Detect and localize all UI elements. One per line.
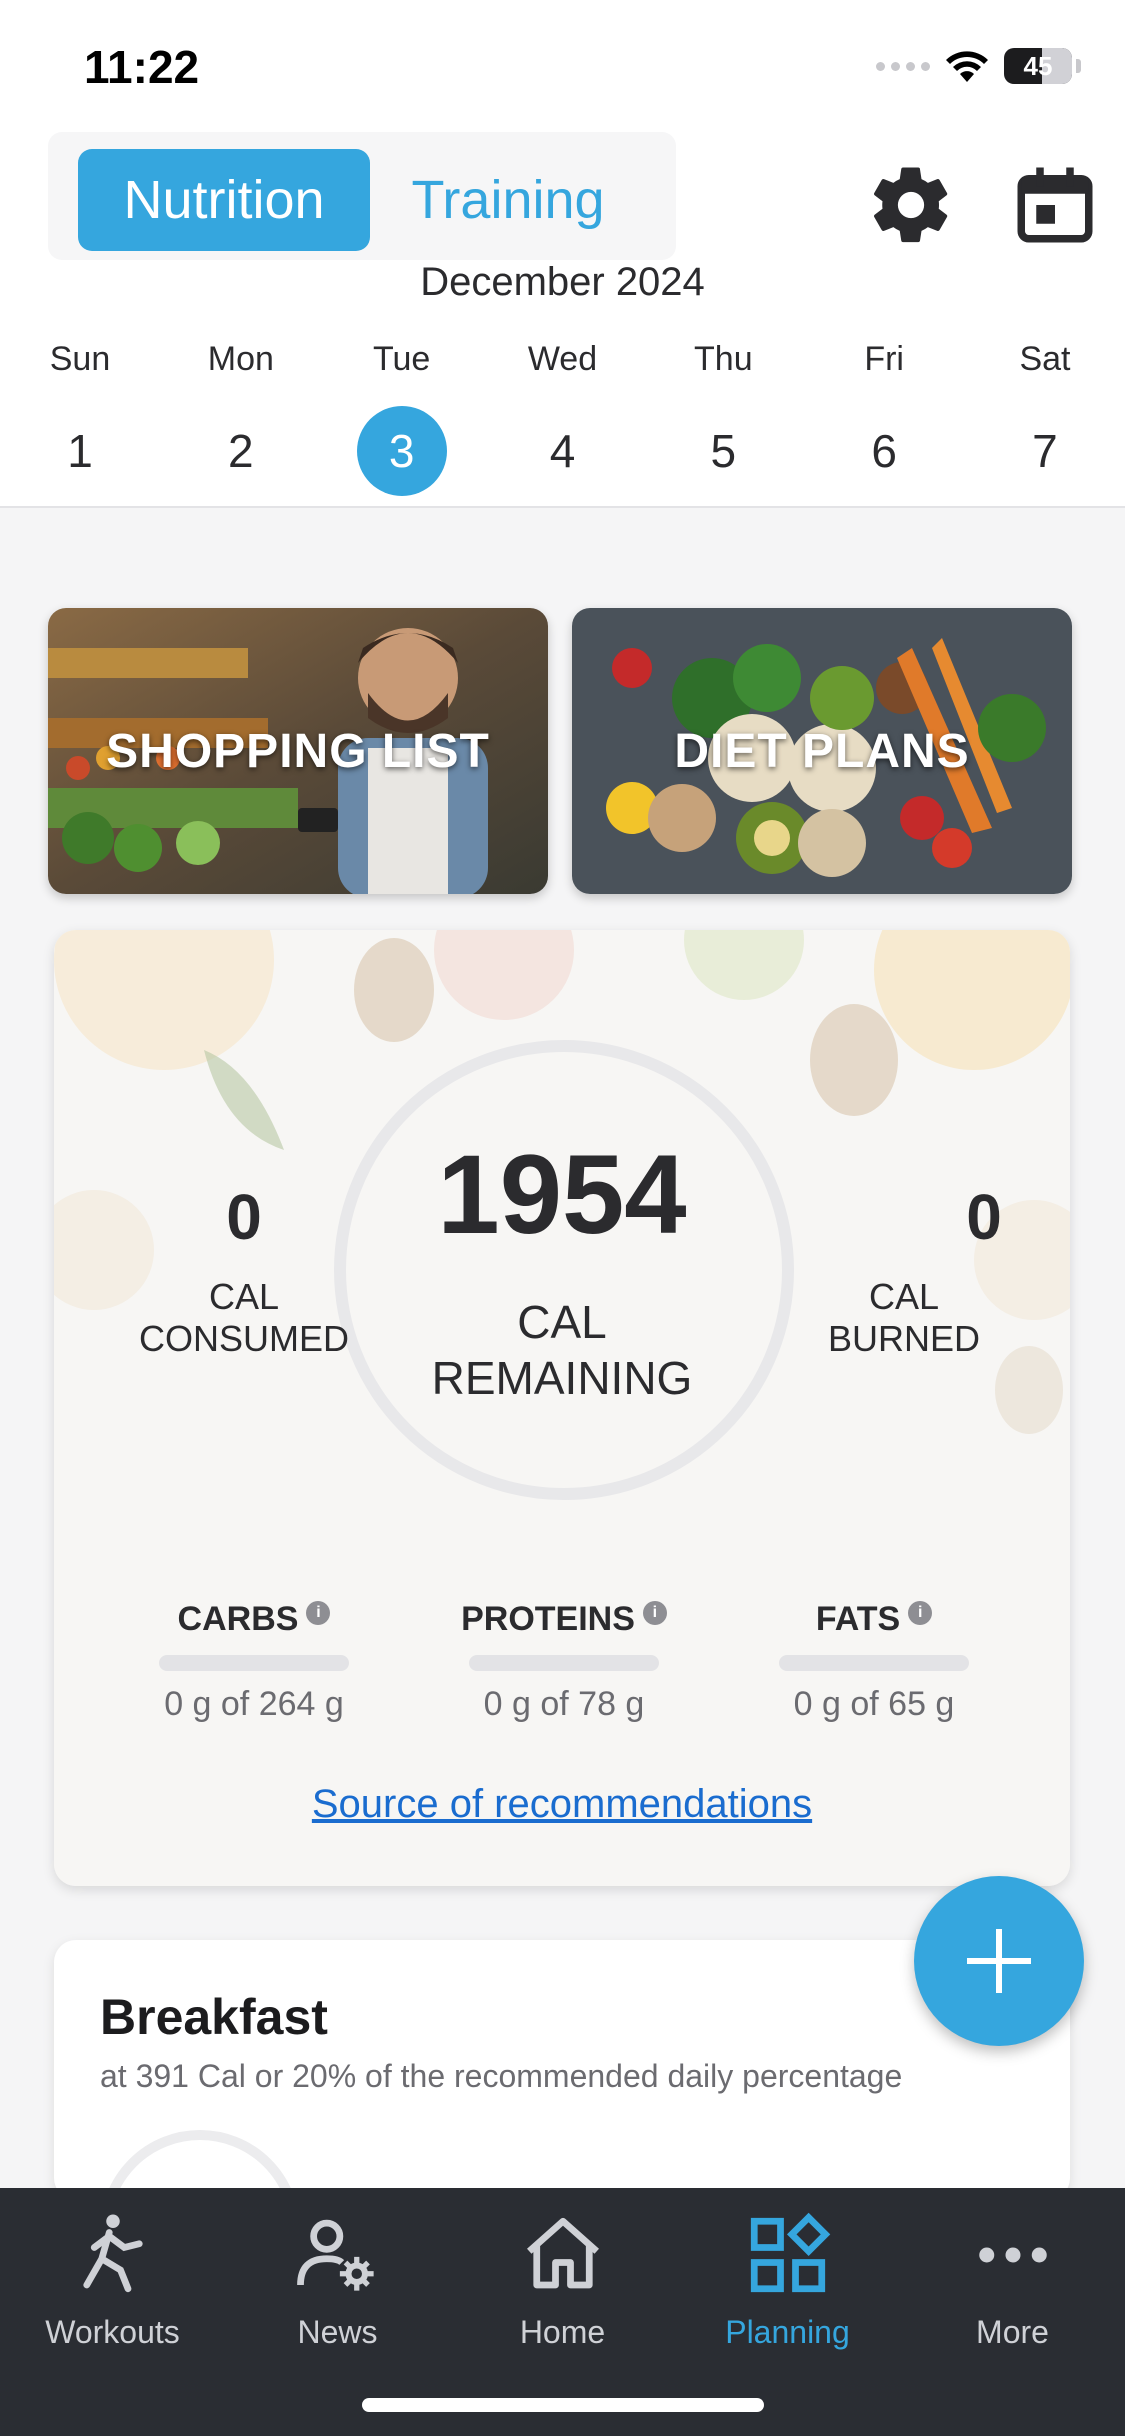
- planning-icon: [750, 2212, 830, 2293]
- macro-proteins: PROTEINS i 0 g of 78 g: [434, 1600, 694, 1724]
- day-number: 5: [710, 425, 737, 477]
- calories-consumed-label: CAL CONSUMED: [138, 1276, 349, 1359]
- tab-workouts[interactable]: Workouts: [0, 2210, 225, 2351]
- calories-consumed: 0 CAL CONSUMED: [114, 1180, 374, 1360]
- calorie-ring: [334, 1040, 794, 1500]
- more-icon: [978, 2247, 1047, 2263]
- macro-progress-bar: [469, 1655, 659, 1671]
- tab-label: Workouts: [45, 2314, 180, 2350]
- day-name: Sun: [49, 340, 111, 378]
- macro-title-text: PROTEINS: [461, 1600, 635, 1638]
- day-number: 4: [549, 425, 576, 477]
- gear-icon[interactable]: [866, 160, 956, 250]
- day-number-selected: 3: [356, 406, 447, 496]
- macros-row: CARBS i 0 g of 264 g PROTEINS i 0 g of 7…: [124, 1600, 1004, 1724]
- calories-remaining-label: CAL REMAINING: [431, 1296, 693, 1404]
- day-number: 2: [228, 425, 254, 477]
- training-tab[interactable]: Training: [378, 149, 638, 251]
- source-of-recommendations-link[interactable]: Source of recommendations: [54, 1782, 1070, 1827]
- calendar-icon[interactable]: [1010, 160, 1100, 250]
- day-number: 1: [67, 425, 93, 477]
- home-icon: [526, 2217, 599, 2289]
- month-label: December 2024: [420, 260, 705, 304]
- macro-fats: FATS i 0 g of 65 g: [744, 1600, 1004, 1724]
- breakfast-subtitle: at 391 Cal or 20% of the recommended dai…: [100, 2058, 903, 2094]
- tab-planning[interactable]: Planning: [675, 2210, 900, 2351]
- day-name: Mon: [207, 340, 274, 378]
- calories-burned-label: CAL BURNED: [827, 1276, 980, 1359]
- tab-news[interactable]: News: [225, 2210, 450, 2351]
- day-name: Fri: [864, 340, 904, 378]
- diet-plans-tile[interactable]: DIET PLANS: [572, 608, 1072, 894]
- tab-home[interactable]: Home: [450, 2210, 675, 2351]
- macro-progress-bar: [779, 1655, 969, 1671]
- wifi-icon: [946, 51, 988, 82]
- day-fri[interactable]: Fri 6: [824, 340, 944, 496]
- macro-title: CARBS i: [178, 1600, 331, 1639]
- tab-label: More: [976, 2314, 1049, 2350]
- news-icon: [296, 2219, 374, 2291]
- shopping-list-tile[interactable]: SHOPPING LIST: [48, 608, 548, 894]
- macro-value: 0 g of 78 g: [483, 1685, 645, 1723]
- day-name: Thu: [694, 340, 753, 378]
- macro-title-text: FATS: [815, 1600, 901, 1638]
- add-button[interactable]: [914, 1876, 1084, 2046]
- day-mon[interactable]: Mon 2: [181, 340, 301, 496]
- day-name: Tue: [372, 340, 431, 378]
- calories-burned: 0 CAL BURNED: [828, 1180, 1070, 1360]
- day-name: Wed: [527, 340, 598, 378]
- battery-icon: 45: [1004, 48, 1072, 84]
- macro-value: 0 g of 264 g: [164, 1685, 344, 1723]
- calorie-summary-card: 1954 CAL REMAINING 0 CAL CONSUMED 0 CAL …: [54, 930, 1070, 1886]
- breakfast-title: Breakfast: [100, 1989, 328, 2045]
- day-tue[interactable]: Tue 3: [342, 340, 462, 496]
- day-number: 6: [871, 425, 897, 477]
- info-icon[interactable]: i: [908, 1600, 933, 1625]
- day-sun[interactable]: Sun 1: [20, 340, 140, 496]
- macro-title: FATS i: [815, 1600, 933, 1639]
- tab-label: Home: [519, 2314, 606, 2350]
- info-icon[interactable]: i: [306, 1600, 331, 1625]
- week-strip: Sun 1 Mon 2 Tue 3 Wed 4 Thu 5 Fri 6 Sat …: [0, 340, 1125, 496]
- cellular-signal-icon: [876, 61, 930, 71]
- macro-title-text: CARBS: [177, 1600, 299, 1638]
- status-time: 11:22: [84, 41, 200, 93]
- status-indicators: 45: [876, 48, 1081, 84]
- header: Nutrition Training December 2024 Sun 1 M…: [0, 130, 1125, 508]
- home-indicator: [362, 2398, 764, 2412]
- status-bar: 11:22 45: [0, 0, 1125, 130]
- plus-icon: [967, 1929, 1031, 1993]
- day-wed[interactable]: Wed 4: [502, 340, 622, 496]
- battery-level-text: 45: [1023, 50, 1053, 81]
- calories-burned-value: 0: [966, 1181, 1002, 1253]
- day-sat[interactable]: Sat 7: [985, 340, 1105, 496]
- info-icon[interactable]: i: [642, 1600, 667, 1625]
- macro-carbs: CARBS i 0 g of 264 g: [124, 1600, 384, 1724]
- day-name: Sat: [1019, 340, 1071, 378]
- workout-icon: [82, 2214, 143, 2293]
- mode-toggle: Nutrition Training: [48, 132, 676, 260]
- tab-label: News: [297, 2314, 378, 2350]
- macro-title: PROTEINS i: [461, 1600, 667, 1639]
- nutrition-tab[interactable]: Nutrition: [78, 149, 370, 251]
- shopping-list-label: SHOPPING LIST: [106, 724, 490, 778]
- day-thu[interactable]: Thu 5: [663, 340, 783, 496]
- macro-value: 0 g of 65 g: [793, 1685, 955, 1723]
- macro-progress-bar: [159, 1655, 349, 1671]
- day-number: 7: [1032, 425, 1058, 477]
- diet-plans-label: DIET PLANS: [674, 724, 970, 778]
- tab-label: Planning: [725, 2314, 850, 2350]
- calories-consumed-value: 0: [226, 1181, 262, 1253]
- tab-more[interactable]: More: [900, 2210, 1125, 2351]
